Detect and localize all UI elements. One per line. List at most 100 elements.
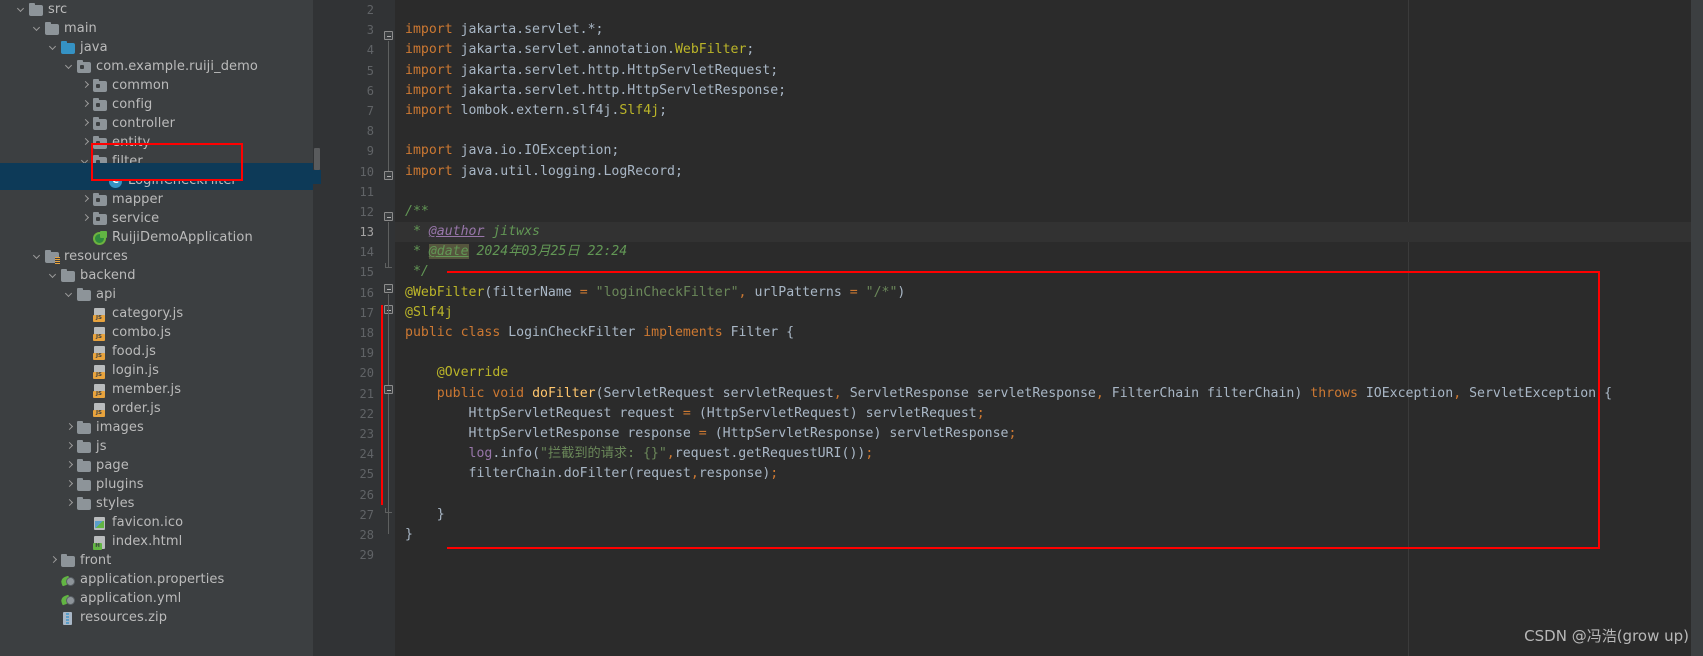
line-number-21[interactable]: 21@ — [321, 384, 407, 404]
tree-item-resources[interactable]: resources — [0, 247, 313, 266]
tree-item-favicon-ico[interactable]: favicon.ico — [0, 513, 313, 532]
line-number-gutter[interactable]: 23456789101112131415161718192021@2223242… — [321, 0, 407, 656]
code-line-18[interactable]: public class LoginCheckFilter implements… — [395, 323, 1703, 343]
code-line-13[interactable]: * @author jitwxs — [395, 222, 1703, 243]
line-number-5[interactable]: 5 — [321, 61, 381, 81]
code-line-21[interactable]: public void doFilter(ServletRequest serv… — [395, 384, 1703, 404]
line-number-13[interactable]: 13 — [321, 222, 381, 242]
tree-item-com-example-ruiji-demo[interactable]: com.example.ruiji_demo — [0, 57, 313, 76]
line-number-12[interactable]: 12 — [321, 202, 381, 222]
line-number-17[interactable]: 17 — [321, 303, 381, 323]
tree-item-main[interactable]: main — [0, 19, 313, 38]
code-line-9[interactable]: import java.io.IOException; — [395, 141, 1703, 161]
line-number-4[interactable]: 4 — [321, 40, 381, 60]
chevron-down-icon[interactable] — [16, 0, 27, 19]
code-line-17[interactable]: @Slf4j — [395, 303, 1703, 323]
chevron-right-icon[interactable] — [80, 133, 91, 152]
code-line-12[interactable]: /** — [395, 202, 1703, 222]
code-line-4[interactable]: import jakarta.servlet.annotation.WebFil… — [395, 40, 1703, 60]
line-number-7[interactable]: 7 — [321, 101, 381, 121]
code-line-20[interactable]: @Override — [395, 363, 1703, 383]
tree-item-common[interactable]: common — [0, 76, 313, 95]
line-number-3[interactable]: 3 — [321, 20, 381, 40]
tree-item-front[interactable]: front — [0, 551, 313, 570]
line-number-25[interactable]: 25 — [321, 464, 381, 484]
line-number-20[interactable]: 20 — [321, 363, 381, 383]
line-number-2[interactable]: 2 — [321, 0, 381, 20]
tree-item-resources-zip[interactable]: resources.zip — [0, 608, 313, 627]
project-tree-list[interactable]: src main java com.example.ruiji_demo common c… — [0, 0, 313, 627]
tree-item-backend[interactable]: backend — [0, 266, 313, 285]
tree-item-api[interactable]: api — [0, 285, 313, 304]
tree-item-combo-js[interactable]: combo.js — [0, 323, 313, 342]
chevron-right-icon[interactable] — [64, 418, 75, 437]
editor-right-gutter[interactable] — [1691, 0, 1703, 656]
editor-scroll-marker[interactable] — [314, 148, 320, 170]
code-line-16[interactable]: @WebFilter(filterName = "loginCheckFilte… — [395, 283, 1703, 303]
chevron-right-icon[interactable] — [80, 190, 91, 209]
line-number-10[interactable]: 10 — [321, 162, 381, 182]
chevron-right-icon[interactable] — [64, 475, 75, 494]
line-number-24[interactable]: 24 — [321, 444, 381, 464]
code-line-10[interactable]: import java.util.logging.LogRecord; — [395, 162, 1703, 182]
code-line-5[interactable]: import jakarta.servlet.http.HttpServletR… — [395, 61, 1703, 81]
code-line-11[interactable] — [395, 182, 1703, 202]
tree-item-application-yml[interactable]: application.yml — [0, 589, 313, 608]
tree-item-config[interactable]: config — [0, 95, 313, 114]
code-line-19[interactable] — [395, 343, 1703, 363]
tree-item-plugins[interactable]: plugins — [0, 475, 313, 494]
line-number-18[interactable]: 18 — [321, 323, 392, 343]
tree-item-js[interactable]: js — [0, 437, 313, 456]
tree-item-order-js[interactable]: order.js — [0, 399, 313, 418]
fold-marker-webfilter[interactable] — [384, 284, 393, 293]
line-number-8[interactable]: 8 — [321, 121, 381, 141]
line-number-28[interactable]: 28 — [321, 525, 381, 545]
line-number-16[interactable]: 16 — [321, 283, 381, 303]
line-number-22[interactable]: 22 — [321, 404, 381, 424]
tree-item-login-js[interactable]: login.js — [0, 361, 313, 380]
code-editor[interactable]: 23456789101112131415161718192021@2223242… — [313, 0, 1703, 656]
chevron-down-icon[interactable] — [32, 19, 43, 38]
fold-marker-javadoc[interactable] — [384, 212, 393, 221]
line-number-9[interactable]: 9 — [321, 141, 381, 161]
line-number-29[interactable]: 29 — [321, 545, 381, 565]
line-number-19[interactable]: 19 — [321, 343, 381, 363]
tree-item-food-js[interactable]: food.js — [0, 342, 313, 361]
project-tree-panel[interactable]: src main java com.example.ruiji_demo common c… — [0, 0, 313, 656]
code-line-27[interactable]: } — [395, 505, 1703, 525]
chevron-down-icon[interactable] — [64, 285, 75, 304]
chevron-down-icon[interactable] — [64, 57, 75, 76]
chevron-right-icon[interactable] — [80, 95, 91, 114]
chevron-right-icon[interactable] — [64, 456, 75, 475]
code-text-area[interactable]: import jakarta.servlet.*; import jakarta.… — [395, 0, 1703, 656]
chevron-right-icon[interactable] — [80, 114, 91, 133]
line-number-27[interactable]: 27 — [321, 505, 381, 525]
chevron-down-icon[interactable] — [32, 247, 43, 266]
code-line-28[interactable]: } — [395, 525, 1703, 545]
chevron-down-icon[interactable] — [48, 38, 59, 57]
tree-item-controller[interactable]: controller — [0, 114, 313, 133]
code-line-22[interactable]: HttpServletRequest request = (HttpServle… — [395, 404, 1703, 424]
tree-item-entity[interactable]: entity — [0, 133, 313, 152]
tree-item-src[interactable]: src — [0, 0, 313, 19]
chevron-right-icon[interactable] — [64, 437, 75, 456]
line-number-6[interactable]: 6 — [321, 81, 381, 101]
tree-item-service[interactable]: service — [0, 209, 313, 228]
tree-item-images[interactable]: images — [0, 418, 313, 437]
code-line-23[interactable]: HttpServletResponse response = (HttpServ… — [395, 424, 1703, 444]
tree-item-styles[interactable]: styles — [0, 494, 313, 513]
code-line-7[interactable]: import lombok.extern.slf4j.Slf4j; — [395, 101, 1703, 121]
line-number-26[interactable]: 26 — [321, 485, 381, 505]
code-line-25[interactable]: filterChain.doFilter(request,response); — [395, 464, 1703, 484]
tree-item-category-js[interactable]: category.js — [0, 304, 313, 323]
line-number-11[interactable]: 11 — [321, 182, 381, 202]
tree-item-member-js[interactable]: member.js — [0, 380, 313, 399]
chevron-right-icon[interactable] — [48, 551, 59, 570]
code-line-14[interactable]: * @date 2024年03月25日 22:24 — [395, 242, 1703, 262]
code-line-6[interactable]: import jakarta.servlet.http.HttpServletR… — [395, 81, 1703, 101]
line-number-23[interactable]: 23 — [321, 424, 381, 444]
tree-item-page[interactable]: page — [0, 456, 313, 475]
chevron-right-icon[interactable] — [80, 209, 91, 228]
line-number-14[interactable]: 14 — [321, 242, 381, 262]
code-line-29[interactable] — [395, 545, 1703, 565]
